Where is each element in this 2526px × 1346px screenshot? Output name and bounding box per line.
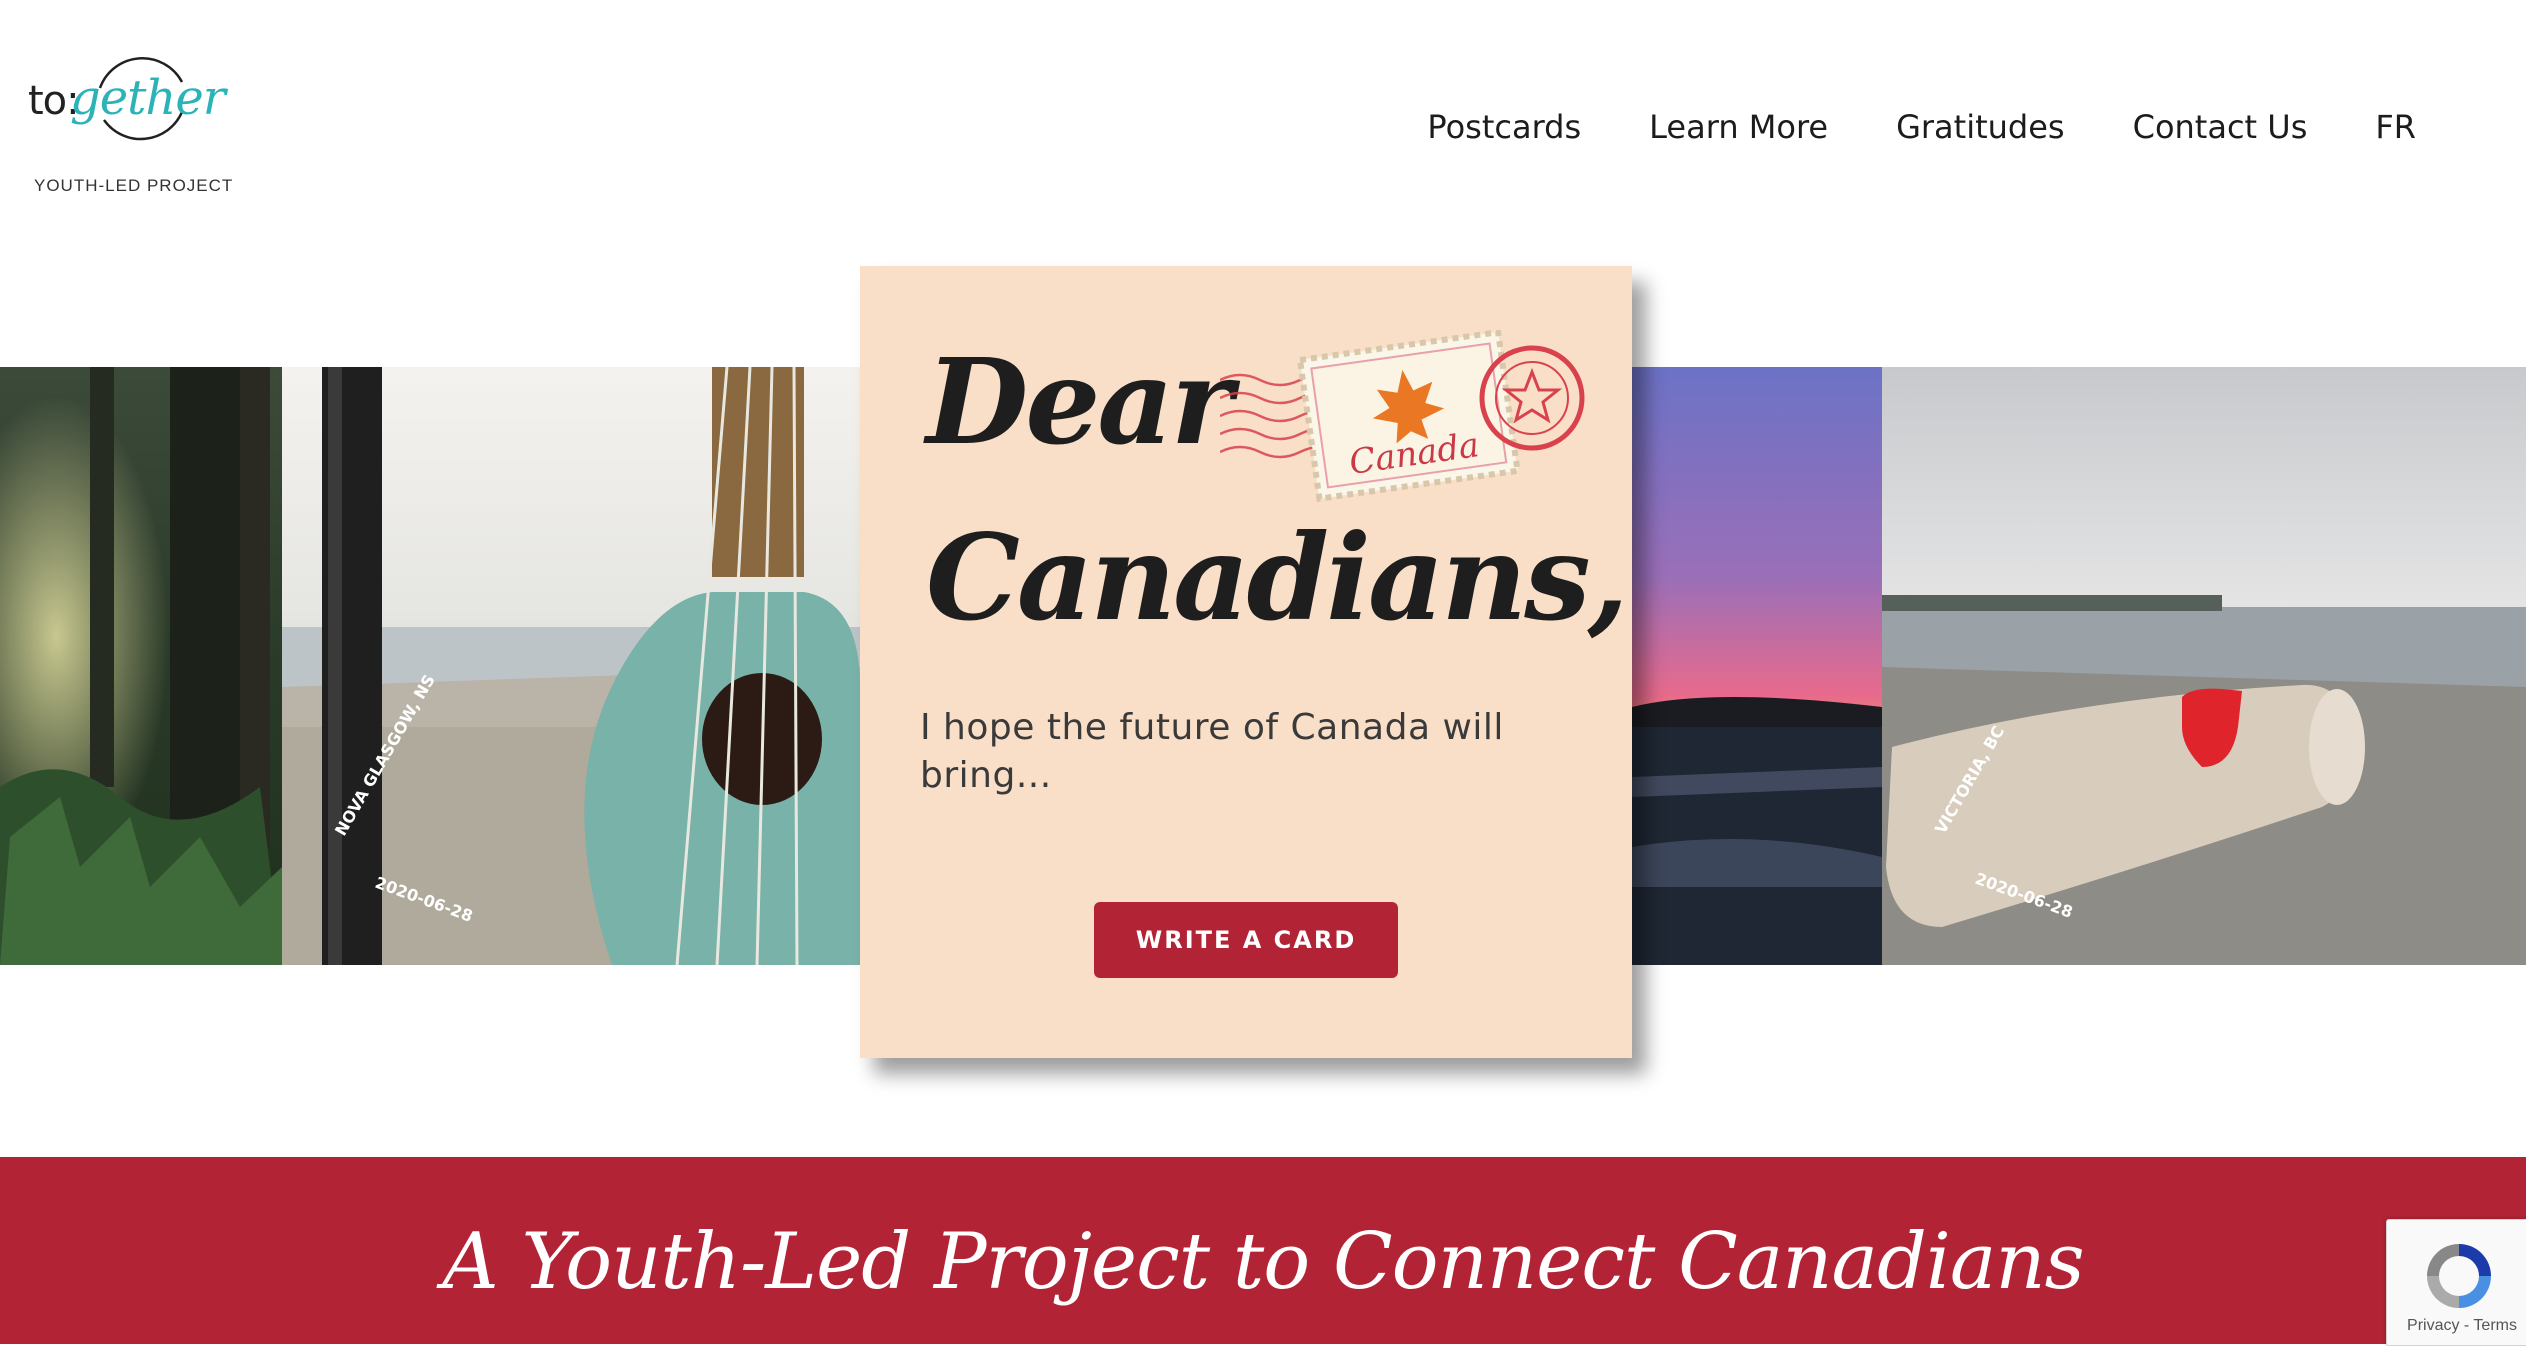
postcard: Dear Canadians, Canada I hope the future…: [860, 266, 1632, 1058]
recaptcha-links[interactable]: Privacy - Terms: [2387, 1317, 2526, 1335]
logo-subtitle: YOUTH-LED PROJECT: [34, 176, 234, 195]
forest-photo: [0, 367, 282, 965]
postcard-body: I hope the future of Canada will bring..…: [920, 707, 1504, 796]
sunset-photo: [1632, 367, 1882, 965]
recaptcha-icon: [2427, 1244, 2491, 1308]
nav-contact-us[interactable]: Contact Us: [2133, 108, 2308, 146]
tagline-banner: A Youth-Led Project to Connect Canadians: [0, 1157, 2526, 1344]
nav-postcards[interactable]: Postcards: [1427, 108, 1581, 146]
ukulele-photo: NOVA GLASGOW, NS 2020-06-28: [282, 367, 860, 965]
beach-log-photo: VICTORIA, BC 2020-06-28: [1882, 367, 2526, 965]
nav-language-toggle[interactable]: FR: [2375, 108, 2416, 146]
site-logo[interactable]: to: gether YOUTH-LED PROJECT: [28, 40, 232, 200]
canada-stamp-icon: Canada: [1220, 330, 1585, 503]
recaptcha-badge[interactable]: Privacy - Terms: [2386, 1219, 2526, 1346]
main-nav: Postcards Learn More Gratitudes Contact …: [1427, 108, 2416, 146]
nav-learn-more[interactable]: Learn More: [1649, 108, 1828, 146]
logo-word: gether: [70, 70, 226, 126]
banner-title: A Youth-Led Project to Connect Canadians: [442, 1217, 2084, 1307]
write-card-button[interactable]: WRITE A CARD: [1094, 902, 1398, 978]
nav-gratitudes[interactable]: Gratitudes: [1896, 108, 2065, 146]
